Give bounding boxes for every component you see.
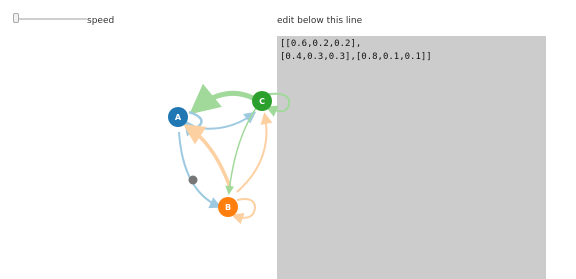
edge-b-self-loop (231, 198, 257, 225)
walker-marker (188, 175, 198, 185)
editor-heading: edit below this line (277, 16, 363, 26)
transition-graph: A B C (168, 83, 291, 225)
edge-c-to-a (189, 83, 255, 115)
node-a-label: A (175, 113, 182, 122)
node-c[interactable]: C (252, 91, 272, 111)
node-a[interactable]: A (168, 107, 188, 127)
editor-line-2: [0.4,0.3,0.3],[0.8,0.1,0.1]] (280, 52, 432, 62)
speed-slider-track[interactable] (15, 18, 87, 20)
speed-label: speed (87, 16, 115, 26)
speed-slider-handle[interactable] (13, 13, 19, 23)
edge-a-self-loop (183, 110, 203, 137)
edge-a-to-b (178, 131, 222, 209)
edge-c-self-loop (265, 92, 291, 117)
node-b-label: B (225, 203, 231, 212)
node-b[interactable]: B (218, 197, 238, 217)
node-c-label: C (259, 97, 265, 106)
matrix-editor[interactable]: [[0.6,0.2,0.2], [0.4,0.3,0.3],[0.8,0.1,0.… (277, 36, 546, 279)
markov-demo-page: speed edit below this line [[0.6,0.2,0.2… (0, 0, 576, 279)
editor-line-1: [[0.6,0.2,0.2], (280, 39, 362, 49)
edge-b-to-c (236, 112, 273, 193)
